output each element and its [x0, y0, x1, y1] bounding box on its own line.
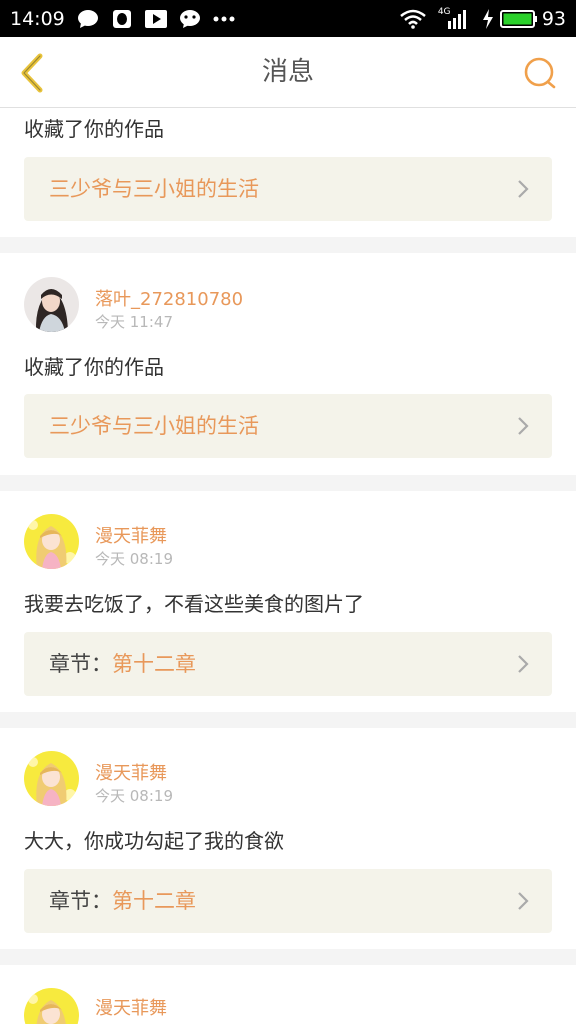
link-text: 三少爷与三小姐的生活: [49, 157, 259, 221]
post-time: 今天 08:19: [95, 787, 173, 805]
work-link[interactable]: 三少爷与三小姐的生活: [24, 157, 552, 221]
chapter-label: 章节：: [49, 652, 112, 676]
status-right: 4G 93: [400, 6, 566, 30]
avatar[interactable]: [24, 988, 79, 1024]
work-title: 三少爷与三小姐的生活: [49, 414, 259, 438]
page-title: 消息: [261, 57, 314, 87]
post-time: 今天 11:47: [95, 313, 173, 331]
avatar[interactable]: [24, 514, 79, 569]
avatar[interactable]: [24, 751, 79, 806]
message-card: 收藏了你的作品 三少爷与三小姐的生活: [0, 108, 576, 237]
chapter-label: 章节：: [49, 889, 112, 913]
status-bar: 14:09 4G 93: [0, 0, 576, 37]
battery-icon: [499, 9, 538, 29]
message-text: 大大，你成功勾起了我的食欲: [24, 829, 284, 853]
avatar[interactable]: [24, 277, 79, 332]
work-title: 三少爷与三小姐的生活: [49, 177, 259, 201]
message-feed[interactable]: 收藏了你的作品 三少爷与三小姐的生活 落叶_272810780 今天 11:47…: [0, 108, 576, 1024]
message-card: 漫天菲舞 今天 08:19 大大，你成功勾起了我的食欲 章节：第十二章: [0, 728, 576, 949]
network-type: 4G: [437, 6, 451, 17]
work-link[interactable]: 三少爷与三小姐的生活: [24, 394, 552, 458]
signal-icon: 4G: [437, 6, 470, 29]
message-text: 收藏了你的作品: [24, 355, 164, 379]
link-text: 三少爷与三小姐的生活: [49, 394, 259, 458]
chapter-link[interactable]: 章节：第十二章: [24, 869, 552, 933]
qq-penguin-icon: [111, 9, 133, 29]
chapter-title: 第十二章: [112, 889, 196, 913]
play-icon: [144, 9, 167, 29]
app-header: 消息: [0, 37, 576, 108]
user-name[interactable]: 漫天菲舞: [95, 994, 167, 1020]
user-name[interactable]: 落叶_272810780: [95, 285, 243, 311]
more-dots-icon: [213, 9, 235, 29]
wifi-icon: [400, 9, 426, 29]
message-card: 漫天菲舞 今天 08:19 我要去吃饭了，不看这些美食的图片了 章节：第十二章: [0, 491, 576, 712]
message-card: 落叶_272810780 今天 11:47 收藏了你的作品 三少爷与三小姐的生活: [0, 253, 576, 475]
user-name[interactable]: 漫天菲舞: [95, 759, 167, 785]
message-text: 收藏了你的作品: [24, 117, 164, 141]
chevron-right-icon: [518, 892, 529, 910]
chapter-title: 第十二章: [112, 652, 196, 676]
charging-icon: [482, 8, 494, 29]
chevron-right-icon: [518, 180, 529, 198]
link-text: 章节：第十二章: [49, 632, 196, 696]
message-text: 我要去吃饭了，不看这些美食的图片了: [24, 592, 364, 616]
chapter-link[interactable]: 章节：第十二章: [24, 632, 552, 696]
search-button[interactable]: [520, 53, 560, 93]
status-time: 14:09: [10, 7, 65, 30]
battery-percent: 93: [541, 7, 566, 30]
chat-bubble-icon: [77, 9, 99, 29]
link-text: 章节：第十二章: [49, 869, 196, 933]
chevron-right-icon: [518, 655, 529, 673]
user-name[interactable]: 漫天菲舞: [95, 522, 167, 548]
message-card: 漫天菲舞: [0, 965, 576, 1024]
wechat-icon: [179, 9, 201, 29]
post-time: 今天 08:19: [95, 550, 173, 568]
chevron-right-icon: [518, 417, 529, 435]
search-icon: [524, 57, 556, 89]
